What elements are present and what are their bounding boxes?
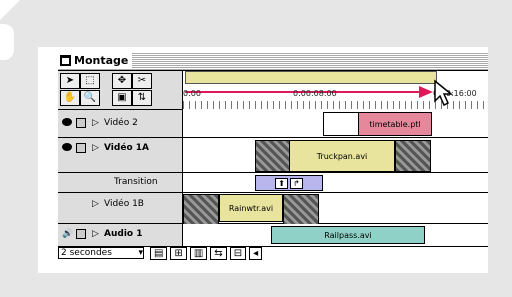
expand-triangle-icon[interactable]: ▷ xyxy=(92,143,99,153)
lock-box[interactable] xyxy=(76,229,86,239)
bottom-toolbar: 2 secondes ▾ ▤ ⊞ ▥ ⇆ ⊟ ◂ xyxy=(58,246,488,260)
expand-triangle-icon[interactable]: ▷ xyxy=(92,229,99,239)
arrow-up-icon: ⬆ xyxy=(275,177,288,189)
time-unit-dropdown[interactable]: 2 secondes ▾ xyxy=(58,247,144,259)
track-name: Audio 1 xyxy=(104,229,143,239)
track-tool-icon[interactable]: ▣ xyxy=(112,90,132,106)
eye-icon[interactable] xyxy=(62,118,72,126)
speaker-icon[interactable]: 🔊 xyxy=(62,229,73,239)
clip-railpass[interactable]: Railpass.avi xyxy=(271,226,425,244)
clip-thumb[interactable] xyxy=(323,112,359,136)
lock-box[interactable] xyxy=(76,118,86,128)
track-header: ▷ Vidéo 1B xyxy=(58,193,183,223)
track-header: 🔊 ▷ Audio 1 xyxy=(58,224,183,246)
clip-label: Railpass.avi xyxy=(324,230,372,240)
time-unit-label: 2 secondes xyxy=(61,248,112,258)
preview-arrow-icon xyxy=(419,86,433,98)
clip-label: Rainwtr.avi xyxy=(228,203,274,213)
transition-clip[interactable]: ⬆ ↱ xyxy=(255,175,323,191)
eye-icon[interactable] xyxy=(62,143,72,151)
time-ruler[interactable]: 0:00 0:00:08:00 0:00:16:00 xyxy=(183,71,488,109)
sync-icon[interactable]: ⊟ xyxy=(229,246,247,260)
track-name: Vidéo 2 xyxy=(104,118,138,128)
marquee-tool-icon[interactable]: ⬚ xyxy=(80,73,100,89)
background-tab xyxy=(0,24,14,60)
track-name: Vidéo 1B xyxy=(104,199,144,209)
title-bar[interactable]: Montage xyxy=(58,52,488,71)
document-icon xyxy=(60,55,71,66)
dropdown-arrow-icon: ▾ xyxy=(138,248,143,258)
snap-icon[interactable]: ⊞ xyxy=(170,246,187,260)
clip-thumbnail xyxy=(183,194,219,226)
track-lane[interactable]: timetable.ptl xyxy=(183,110,488,137)
window-title-text: Montage xyxy=(74,54,129,67)
track-header: ▷ Vidéo 1A xyxy=(58,138,183,172)
track-lane[interactable]: Railpass.avi xyxy=(183,224,488,246)
track-lane[interactable]: ⬆ ↱ xyxy=(183,173,488,192)
lock-box[interactable] xyxy=(76,143,86,153)
track-name: Transition xyxy=(114,177,158,187)
direction-icon: ↱ xyxy=(290,177,303,189)
track-lane[interactable]: Rainwtr.avi xyxy=(183,193,488,226)
shift-tracks-icon[interactable]: ⇆ xyxy=(210,246,227,260)
edge-view-icon[interactable]: ▥ xyxy=(189,246,208,260)
track-name: Vidéo 1A xyxy=(104,143,149,153)
ruler-time-left: 0:00 xyxy=(183,89,201,98)
scroll-left-icon[interactable]: ◂ xyxy=(249,246,263,260)
hand-tool-icon[interactable]: ✋ xyxy=(60,90,80,106)
track-video-2: ▷ Vidéo 2 timetable.ptl xyxy=(58,110,488,138)
arrow-tool-icon[interactable]: ➤ xyxy=(60,73,80,89)
track-header: Transition xyxy=(58,173,183,192)
clip-thumbnail xyxy=(283,194,319,226)
track-header: ▷ Vidéo 2 xyxy=(58,110,183,137)
clip-rainwtr[interactable]: Rainwtr.avi xyxy=(219,194,283,222)
track-audio-1: 🔊 ▷ Audio 1 Railpass.avi xyxy=(58,224,488,247)
clip-timetable[interactable]: timetable.ptl xyxy=(358,112,432,136)
track-lane[interactable]: Truckpan.avi xyxy=(183,138,488,172)
background-notch xyxy=(0,0,20,20)
mouse-cursor-icon xyxy=(434,79,454,107)
zoom-tool-icon[interactable]: 🔍 xyxy=(80,90,100,106)
clip-truckpan[interactable]: Truckpan.avi xyxy=(289,140,395,172)
move-tool-icon[interactable]: ✥ xyxy=(112,73,132,89)
ruler-time-mid: 0:00:08:00 xyxy=(293,89,337,98)
track-video-1a: ▷ Vidéo 1A Truckpan.avi xyxy=(58,138,488,173)
clip-label: Truckpan.avi xyxy=(316,151,368,161)
clip-thumbnail xyxy=(255,140,291,172)
track-options-icon[interactable]: ▤ xyxy=(150,246,168,260)
clip-thumbnail xyxy=(395,140,431,172)
tool-palette: ➤ ⬚ ✥ ✂ ✋ 🔍 ▣ ⇅ xyxy=(58,71,183,110)
track-video-1b: ▷ Vidéo 1B Rainwtr.avi xyxy=(58,193,488,226)
track-transition: Transition ⬆ ↱ xyxy=(58,173,488,193)
clip-label: timetable.ptl xyxy=(369,119,421,129)
edit-tool-icon[interactable]: ⇅ xyxy=(132,90,152,106)
expand-triangle-icon[interactable]: ▷ xyxy=(92,118,99,128)
window-title: Montage xyxy=(58,53,133,68)
razor-tool-icon[interactable]: ✂ xyxy=(132,73,152,89)
expand-triangle-icon[interactable]: ▷ xyxy=(92,199,99,209)
montage-window: Montage ➤ ⬚ ✥ ✂ ✋ 🔍 ▣ ⇅ 0:00 0:00:08:00 … xyxy=(38,47,488,273)
work-area-bar[interactable] xyxy=(185,71,437,84)
